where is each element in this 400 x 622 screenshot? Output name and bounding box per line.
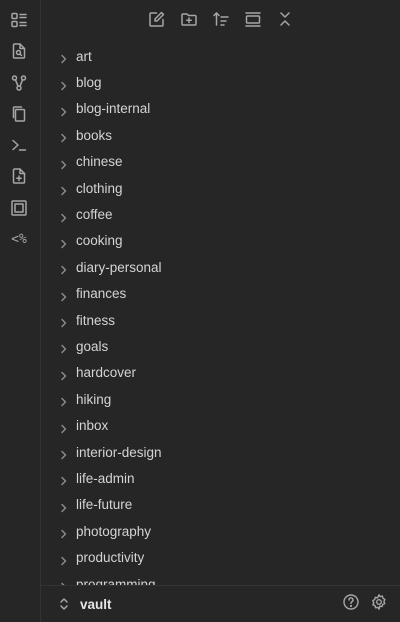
folder-item[interactable]: goals bbox=[41, 333, 400, 359]
folder-label: inbox bbox=[76, 418, 109, 434]
left-ribbon: <% bbox=[0, 0, 41, 622]
folder-label: goals bbox=[76, 338, 109, 354]
folder-label: hardcover bbox=[76, 365, 137, 381]
outline-icon[interactable] bbox=[8, 9, 30, 31]
folder-label: art bbox=[76, 48, 92, 64]
chevron-right-icon bbox=[59, 78, 69, 90]
settings-icon[interactable] bbox=[370, 593, 388, 616]
new-folder-icon[interactable] bbox=[178, 8, 200, 30]
templater-icon[interactable]: <% bbox=[8, 228, 30, 250]
templater-label: <% bbox=[11, 231, 27, 247]
folder-label: blog bbox=[76, 75, 102, 91]
folder-item[interactable]: finances bbox=[41, 281, 400, 307]
chevron-right-icon bbox=[59, 368, 69, 381]
folder-item[interactable]: photography bbox=[41, 518, 400, 544]
help-icon[interactable] bbox=[342, 593, 360, 616]
chevron-right-icon bbox=[59, 183, 69, 196]
graph-view-icon[interactable] bbox=[8, 72, 30, 94]
folder-tree: art blog blog-internal books chinese clothing… bbox=[41, 43, 400, 585]
vault-switcher-icon[interactable] bbox=[58, 597, 70, 611]
folder-item[interactable]: hiking bbox=[41, 386, 400, 412]
folder-label: interior-design bbox=[76, 444, 162, 460]
sort-icon[interactable] bbox=[210, 8, 232, 30]
folder-label: chinese bbox=[76, 154, 123, 170]
folder-item[interactable]: life-admin bbox=[41, 465, 400, 491]
folder-label: finances bbox=[76, 286, 127, 302]
folder-item[interactable]: hardcover bbox=[41, 360, 400, 386]
chevron-right-icon bbox=[59, 473, 69, 486]
folder-item[interactable]: blog-internal bbox=[41, 96, 400, 122]
vault-footer: vault bbox=[41, 585, 400, 622]
vault-name[interactable]: vault bbox=[80, 597, 112, 612]
chevron-right-icon bbox=[59, 210, 69, 222]
chevron-right-icon bbox=[59, 157, 69, 169]
folder-item[interactable]: diary-personal bbox=[41, 254, 400, 280]
folder-label: diary-personal bbox=[76, 259, 162, 275]
folder-item[interactable]: chinese bbox=[41, 149, 400, 175]
collapse-view-icon[interactable] bbox=[242, 8, 264, 30]
folder-item[interactable]: books bbox=[41, 122, 400, 148]
collapse-all-icon[interactable] bbox=[274, 8, 296, 30]
folder-label: fitness bbox=[76, 312, 116, 328]
folder-label: blog-internal bbox=[76, 101, 151, 117]
chevron-right-icon bbox=[59, 262, 69, 275]
chevron-right-icon bbox=[59, 130, 69, 143]
folder-label: books bbox=[76, 127, 113, 143]
folder-item[interactable]: life-future bbox=[41, 492, 400, 518]
folder-item[interactable]: inbox bbox=[41, 412, 400, 438]
explorer-toolbar bbox=[41, 8, 400, 32]
folder-label: cooking bbox=[76, 233, 123, 249]
chevron-right-icon bbox=[59, 447, 69, 460]
folder-item[interactable]: fitness bbox=[41, 307, 400, 333]
folder-label: productivity bbox=[76, 550, 145, 566]
folder-item[interactable]: coffee bbox=[41, 201, 400, 227]
folder-label: life-future bbox=[76, 497, 133, 513]
new-note-icon[interactable] bbox=[146, 8, 168, 30]
new-file-icon[interactable] bbox=[8, 165, 30, 187]
folder-item[interactable]: blog bbox=[41, 69, 400, 95]
folder-label: coffee bbox=[76, 207, 113, 223]
terminal-icon[interactable] bbox=[8, 134, 30, 156]
chevron-right-icon bbox=[59, 526, 69, 539]
slides-icon[interactable] bbox=[8, 197, 30, 219]
file-explorer: art blog blog-internal books chinese clothing… bbox=[41, 0, 400, 622]
folder-label: photography bbox=[76, 523, 152, 539]
folder-item[interactable]: cooking bbox=[41, 228, 400, 254]
folder-label: programming bbox=[76, 576, 156, 586]
chevron-right-icon bbox=[59, 553, 69, 565]
chevron-right-icon bbox=[59, 315, 69, 328]
chevron-right-icon bbox=[59, 289, 69, 301]
folder-label: hiking bbox=[76, 391, 112, 407]
folder-item[interactable]: interior-design bbox=[41, 439, 400, 465]
chevron-right-icon bbox=[59, 394, 69, 407]
folder-item[interactable]: programming bbox=[41, 571, 400, 585]
chevron-right-icon bbox=[59, 341, 69, 354]
folder-item[interactable]: art bbox=[41, 43, 400, 69]
folder-label: clothing bbox=[76, 180, 123, 196]
chevron-right-icon bbox=[59, 104, 69, 117]
copy-files-icon[interactable] bbox=[8, 103, 30, 125]
chevron-right-icon bbox=[59, 500, 69, 513]
chevron-right-icon bbox=[59, 236, 69, 249]
folder-item[interactable]: clothing bbox=[41, 175, 400, 201]
chevron-right-icon bbox=[59, 421, 69, 433]
chevron-right-icon bbox=[59, 51, 69, 64]
folder-label: life-admin bbox=[76, 470, 135, 486]
folder-item[interactable]: productivity bbox=[41, 544, 400, 570]
file-search-icon[interactable] bbox=[8, 40, 30, 62]
